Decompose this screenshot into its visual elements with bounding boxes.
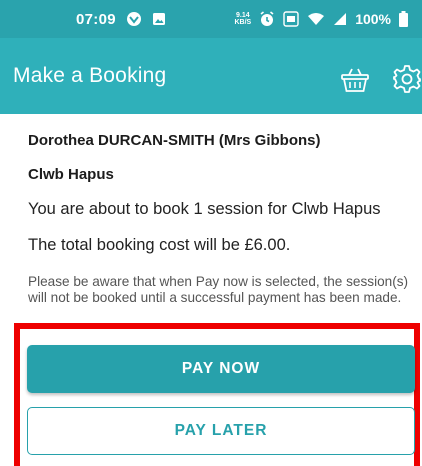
volte-icon (283, 11, 299, 27)
member-name: Dorothea DURCAN-SMITH (Mrs Gibbons) (28, 132, 321, 149)
status-left: 07:09 (76, 0, 166, 38)
image-notification-icon (152, 12, 166, 26)
page-title: Make a Booking (13, 64, 167, 87)
payment-note: Please be aware that when Pay now is sel… (28, 274, 409, 305)
vpn-icon (126, 11, 142, 27)
gear-icon[interactable] (392, 64, 422, 94)
status-time: 07:09 (76, 10, 116, 28)
wifi-icon (307, 12, 325, 26)
battery-icon (399, 11, 408, 27)
alarm-icon (259, 11, 275, 27)
total-cost: The total booking cost will be £6.00. (28, 236, 291, 254)
signal-icon (333, 12, 347, 26)
net-speed-value: 9.14 (236, 12, 250, 19)
net-speed: 9.14 KB/S (234, 12, 251, 26)
pay-later-button[interactable]: PAY LATER (27, 407, 415, 455)
status-right: 9.14 KB/S 100% (234, 0, 408, 38)
pay-now-button[interactable]: PAY NOW (27, 345, 415, 393)
net-speed-unit: KB/S (234, 19, 252, 26)
club-name: Clwb Hapus (28, 166, 114, 183)
app-bar: Make a Booking (0, 38, 422, 114)
status-bar: 07:09 9.14 KB/S 100% (0, 0, 422, 38)
basket-icon[interactable] (340, 66, 370, 94)
battery-percentage: 100% (355, 11, 391, 27)
session-summary: You are about to book 1 session for Clwb… (28, 200, 381, 218)
